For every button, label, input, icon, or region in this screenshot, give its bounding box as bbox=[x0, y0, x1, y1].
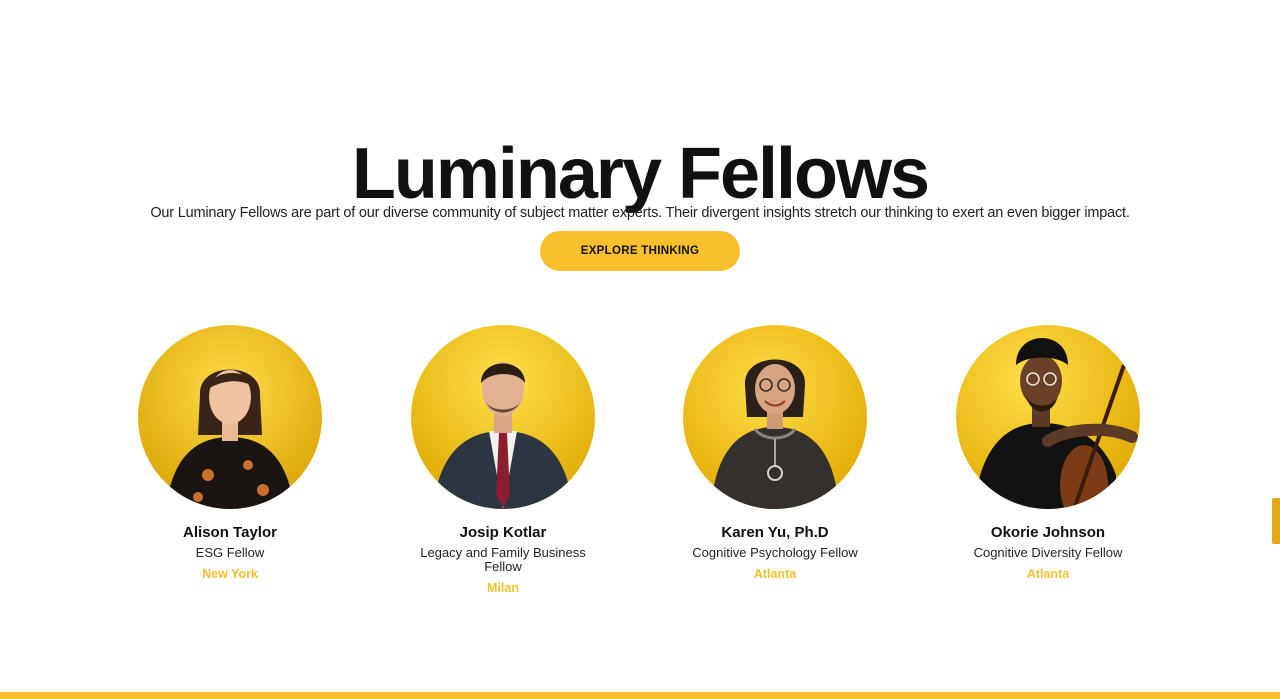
fellow-role: Legacy and Family Business Fellow bbox=[420, 545, 586, 574]
fellow-role: Cognitive Diversity Fellow bbox=[973, 545, 1123, 560]
page-subtitle: Our Luminary Fellows are part of our div… bbox=[150, 204, 1130, 221]
fellow-city: Atlanta bbox=[1026, 567, 1070, 581]
fellow-name[interactable]: Josip Kotlar bbox=[403, 523, 603, 543]
fellow-photo[interactable] bbox=[956, 325, 1140, 509]
fellow-role: ESG Fellow bbox=[195, 545, 265, 560]
person-portrait-icon bbox=[138, 325, 322, 509]
side-feedback-tab[interactable] bbox=[1272, 498, 1280, 544]
fellow-role: Cognitive Psychology Fellow bbox=[692, 545, 858, 560]
fellow-name[interactable]: Karen Yu, Ph.D bbox=[675, 523, 875, 543]
fellow-photo[interactable] bbox=[411, 325, 595, 509]
fellow-photo[interactable] bbox=[683, 325, 867, 509]
fellow-card-josip-kotlar[interactable]: Josip Kotlar Legacy and Family Business … bbox=[403, 325, 603, 596]
person-portrait-icon bbox=[411, 325, 595, 509]
fellow-city: Atlanta bbox=[753, 567, 797, 581]
footer-accent-bar bbox=[0, 692, 1280, 699]
fellow-city: New York bbox=[202, 567, 258, 581]
fellow-card-alison-taylor[interactable]: Alison Taylor ESG Fellow New York bbox=[130, 325, 330, 582]
fellow-card-okorie-johnson[interactable]: Okorie Johnson Cognitive Diversity Fello… bbox=[948, 325, 1148, 582]
fellow-photo[interactable] bbox=[138, 325, 322, 509]
person-portrait-icon bbox=[683, 325, 867, 509]
fellow-card-karen-yu[interactable]: Karen Yu, Ph.D Cognitive Psychology Fell… bbox=[675, 325, 875, 582]
person-portrait-icon bbox=[956, 325, 1140, 509]
fellow-city: Milan bbox=[487, 581, 519, 595]
fellow-name[interactable]: Okorie Johnson bbox=[948, 523, 1148, 543]
fellow-name[interactable]: Alison Taylor bbox=[130, 523, 330, 543]
explore-thinking-button[interactable]: EXPLORE THINKING bbox=[540, 231, 740, 271]
